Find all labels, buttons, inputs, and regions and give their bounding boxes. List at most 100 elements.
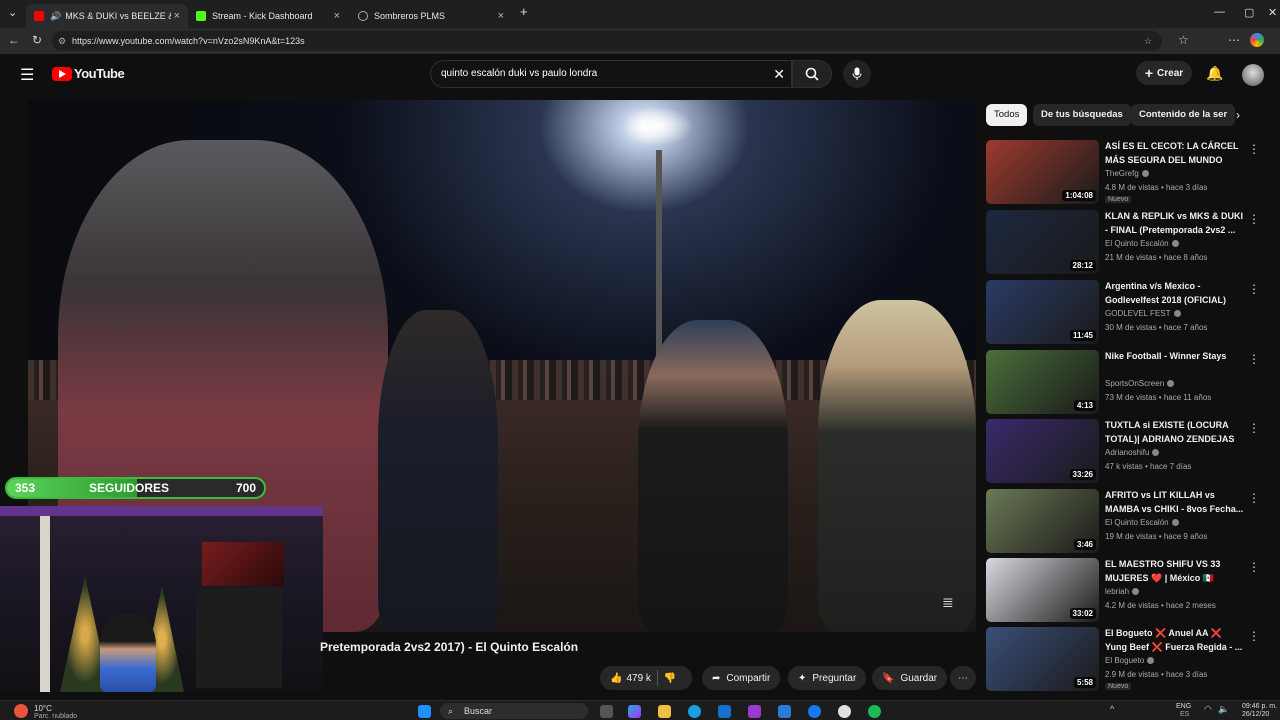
more-vertical-icon[interactable]: ⋮ bbox=[1248, 629, 1260, 643]
chip-contenido[interactable]: Contenido de la ser bbox=[1131, 104, 1236, 126]
like-button[interactable]: 👍 479 k bbox=[610, 673, 651, 684]
close-tab-icon[interactable]: × bbox=[174, 10, 180, 22]
recommendation-item[interactable]: 5:58 El Bogueto ❌ Anuel AA ❌ Yung Beef ❌ … bbox=[986, 627, 1276, 693]
share-button[interactable]: ➦ Compartir bbox=[702, 666, 781, 690]
recommendation-item[interactable]: 11:45 Argentina v/s Mexico - Godlevelfest… bbox=[986, 280, 1276, 346]
thumbs-down-icon[interactable]: 👎 bbox=[664, 673, 676, 684]
tab-youtube[interactable]: 🔊 MKS & DUKI vs BEELZE & PA × bbox=[26, 4, 188, 28]
spotify-icon[interactable] bbox=[868, 705, 881, 718]
recommendation-title[interactable]: TUXTLA si EXISTE (LOCURA TOTAL)| ADRIANO… bbox=[1105, 419, 1245, 446]
recommendation-channel[interactable]: El Quinto Escalón bbox=[1105, 518, 1179, 527]
chrome-icon[interactable] bbox=[838, 705, 851, 718]
wifi-icon[interactable]: ◠ bbox=[1204, 704, 1212, 715]
recommendation-channel[interactable]: lebriah bbox=[1105, 587, 1140, 596]
search-button[interactable] bbox=[792, 60, 832, 88]
more-vertical-icon[interactable]: ⋮ bbox=[1248, 282, 1260, 296]
url-field[interactable]: ⚙ https://www.youtube.com/watch?v=nVzo2s… bbox=[52, 31, 1162, 51]
video-thumbnail[interactable]: 4:13 bbox=[986, 350, 1099, 414]
avatar[interactable] bbox=[1242, 64, 1264, 86]
recommendation-title[interactable]: Nike Football - Winner Stays bbox=[1105, 350, 1245, 364]
language-indicator[interactable]: ENG bbox=[1176, 703, 1191, 710]
more-vertical-icon[interactable]: ⋮ bbox=[1248, 560, 1260, 574]
voice-search-button[interactable] bbox=[843, 60, 871, 88]
task-view-icon[interactable] bbox=[600, 705, 613, 718]
more-horizontal-icon: ⋯ bbox=[958, 672, 968, 684]
chips-next-chevron-icon[interactable]: › bbox=[1236, 108, 1240, 122]
more-vertical-icon[interactable]: ⋮ bbox=[1248, 421, 1260, 435]
video-thumbnail[interactable]: 3:46 bbox=[986, 489, 1099, 553]
bookmark-star-icon[interactable]: ☆ bbox=[1144, 31, 1152, 51]
video-thumbnail[interactable]: 5:58 bbox=[986, 627, 1099, 691]
recommendation-item[interactable]: 4:13 Nike Football - Winner Stays SportsOn… bbox=[986, 350, 1276, 416]
new-tab-button[interactable]: + bbox=[520, 4, 528, 19]
clear-search-icon[interactable]: ✕ bbox=[773, 61, 785, 87]
close-tab-icon[interactable]: × bbox=[498, 10, 504, 22]
more-vertical-icon[interactable]: ⋮ bbox=[1248, 352, 1260, 366]
recommendation-item[interactable]: 33:02 EL MAESTRO SHIFU VS 33 MUJERES ❤️ |… bbox=[986, 558, 1276, 624]
more-vertical-icon[interactable]: ⋮ bbox=[1248, 212, 1260, 226]
tab-sombreros[interactable]: Sombreros PLMS × bbox=[350, 4, 512, 28]
recommendation-title[interactable]: AFRITO vs LIT KILLAH vs MAMBA vs CHIKI -… bbox=[1105, 489, 1245, 516]
more-actions-button[interactable]: ⋯ bbox=[950, 666, 976, 690]
save-button[interactable]: 🔖 Guardar bbox=[872, 666, 948, 690]
clock-time[interactable]: 09:46 p. m. bbox=[1242, 703, 1277, 710]
maximize-icon[interactable]: ▢ bbox=[1244, 6, 1254, 19]
video-thumbnail[interactable]: 28:12 bbox=[986, 210, 1099, 274]
recommendation-channel[interactable]: Adrianoshifu bbox=[1105, 448, 1160, 457]
weather-icon[interactable] bbox=[14, 704, 28, 718]
minimize-icon[interactable]: — bbox=[1214, 6, 1225, 18]
recommendation-channel[interactable]: GODLEVEL FEST bbox=[1105, 309, 1181, 318]
tray-chevron-icon[interactable]: ^ bbox=[1110, 704, 1114, 714]
close-tab-icon[interactable]: × bbox=[334, 10, 340, 22]
facebook-icon[interactable] bbox=[808, 705, 821, 718]
recommendation-item[interactable]: 28:12 KLAN & REPLIK vs MKS & DUKI - FINAL… bbox=[986, 210, 1276, 276]
video-thumbnail[interactable]: 1:04:08 bbox=[986, 140, 1099, 204]
file-explorer-icon[interactable] bbox=[658, 705, 671, 718]
volume-icon[interactable]: 🔈 bbox=[1218, 704, 1229, 715]
recommendation-item[interactable]: 3:46 AFRITO vs LIT KILLAH vs MAMBA vs CHI… bbox=[986, 489, 1276, 555]
recommendation-title[interactable]: ASÍ ES EL CECOT: LA CÁRCEL MÁS SEGURA DE… bbox=[1105, 140, 1245, 167]
recommendation-title[interactable]: Argentina v/s Mexico - Godlevelfest 2018… bbox=[1105, 280, 1245, 307]
copilot-app-icon[interactable] bbox=[628, 705, 641, 718]
site-info-icon[interactable]: ⚙ bbox=[58, 31, 66, 51]
more-vertical-icon[interactable]: ⋮ bbox=[1248, 142, 1260, 156]
app-icon[interactable] bbox=[748, 705, 761, 718]
bookmark-icon: 🔖 bbox=[882, 672, 895, 684]
edge-icon[interactable] bbox=[688, 705, 701, 718]
copilot-icon[interactable] bbox=[1250, 33, 1264, 47]
more-vertical-icon[interactable]: ⋮ bbox=[1248, 491, 1260, 505]
tab-kick[interactable]: Stream - Kick Dashboard × bbox=[188, 4, 348, 28]
video-duration: 33:02 bbox=[1069, 608, 1096, 619]
video-thumbnail[interactable]: 11:45 bbox=[986, 280, 1099, 344]
video-thumbnail[interactable]: 33:02 bbox=[986, 558, 1099, 622]
create-button[interactable]: + Crear bbox=[1136, 61, 1192, 85]
search-input[interactable]: quinto escalón duki vs paulo londra ✕ bbox=[430, 60, 792, 88]
recommendation-channel[interactable]: TheGrefg bbox=[1105, 169, 1149, 178]
close-window-icon[interactable]: ✕ bbox=[1268, 6, 1277, 19]
notifications-bell-icon[interactable]: 🔔 bbox=[1206, 65, 1223, 82]
recommendation-channel[interactable]: SportsOnScreen bbox=[1105, 379, 1175, 388]
taskbar-search[interactable]: ⌕ Buscar bbox=[440, 703, 588, 719]
recommendation-title[interactable]: El Bogueto ❌ Anuel AA ❌ Yung Beef ❌ Fuer… bbox=[1105, 627, 1245, 654]
recommendation-title[interactable]: KLAN & REPLIK vs MKS & DUKI - FINAL (Pre… bbox=[1105, 210, 1245, 237]
ask-button[interactable]: ✦ Preguntar bbox=[788, 666, 867, 690]
chip-todos[interactable]: Todos bbox=[986, 104, 1028, 126]
recommendation-channel[interactable]: El Quinto Escalón bbox=[1105, 239, 1179, 248]
video-duration: 33:26 bbox=[1069, 469, 1096, 480]
chip-de-tus-busquedas[interactable]: De tus búsquedas bbox=[1033, 104, 1131, 126]
video-thumbnail[interactable]: 33:26 bbox=[986, 419, 1099, 483]
hamburger-menu-icon[interactable]: ☰ bbox=[20, 65, 34, 85]
tab-list-chevron-icon[interactable]: ⌄ bbox=[8, 6, 17, 19]
store-icon[interactable] bbox=[718, 705, 731, 718]
favorites-icon[interactable]: ☆ bbox=[1178, 33, 1189, 47]
recommendation-channel[interactable]: El Bogueto bbox=[1105, 656, 1155, 665]
recommendation-item[interactable]: 1:04:08 ASÍ ES EL CECOT: LA CÁRCEL MÁS SE… bbox=[986, 140, 1276, 206]
windows-start-icon[interactable] bbox=[418, 705, 431, 718]
youtube-logo[interactable]: YouTube bbox=[52, 66, 125, 81]
more-menu-icon[interactable]: ⋯ bbox=[1228, 33, 1240, 47]
reload-icon[interactable]: ↻ bbox=[32, 33, 42, 47]
recommendation-title[interactable]: EL MAESTRO SHIFU VS 33 MUJERES ❤️ | Méxi… bbox=[1105, 558, 1245, 585]
outlook-icon[interactable] bbox=[778, 705, 791, 718]
recommendation-item[interactable]: 33:26 TUXTLA si EXISTE (LOCURA TOTAL)| AD… bbox=[986, 419, 1276, 485]
back-icon[interactable]: ← bbox=[8, 33, 20, 47]
